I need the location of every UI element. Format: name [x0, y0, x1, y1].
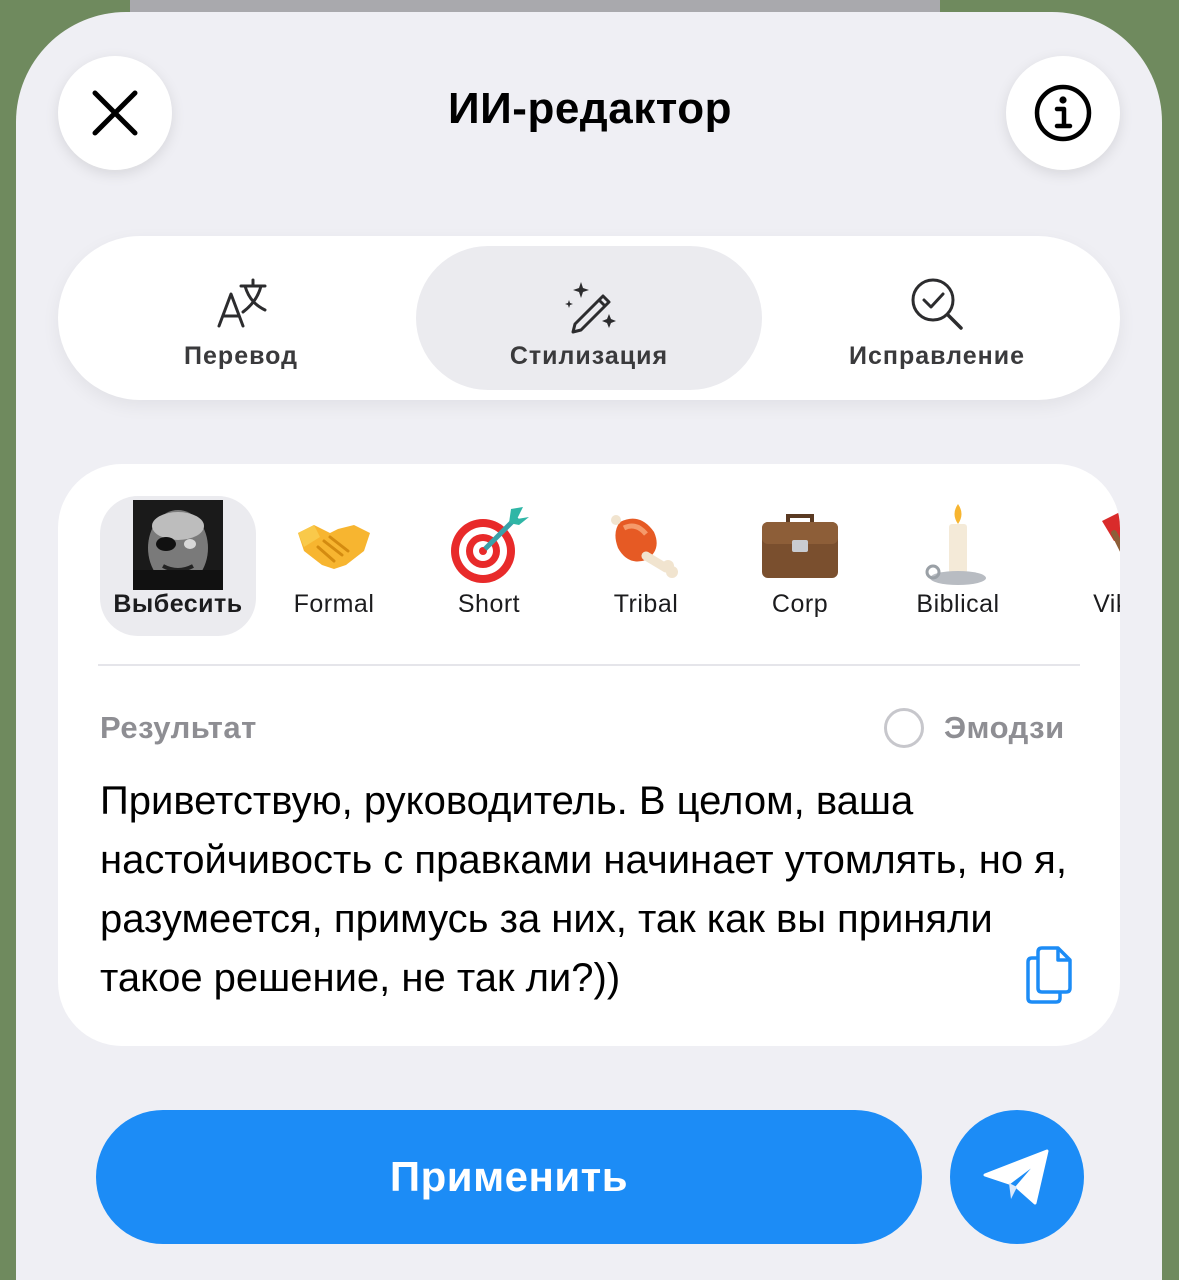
- tab-translate[interactable]: Перевод: [68, 246, 414, 390]
- close-icon: [92, 90, 138, 136]
- style-item-biblical[interactable]: Biblical: [880, 496, 1036, 636]
- style-result-card: Выбесить Formal Short Tribal Corp Biblic…: [58, 464, 1120, 1046]
- emoji-toggle[interactable]: [884, 708, 924, 748]
- tab-correct[interactable]: Исправление: [764, 246, 1110, 390]
- style-item-viki[interactable]: Viki: [1036, 496, 1120, 636]
- info-icon: [1034, 84, 1092, 142]
- axe-icon: [1069, 500, 1120, 590]
- tab-label: Стилизация: [509, 342, 669, 370]
- close-button[interactable]: [58, 56, 172, 170]
- dart-target-icon: [444, 500, 534, 590]
- info-button[interactable]: [1006, 56, 1120, 170]
- style-item-corp[interactable]: Corp: [722, 496, 878, 636]
- apply-button[interactable]: Применить: [96, 1110, 922, 1244]
- style-label: Выбесить: [113, 590, 243, 618]
- meat-icon: [601, 500, 691, 590]
- style-item-formal[interactable]: Formal: [256, 496, 412, 636]
- magic-wand-icon: [565, 282, 616, 334]
- send-button[interactable]: [950, 1110, 1084, 1244]
- style-item-short[interactable]: Short: [411, 496, 567, 636]
- translate-icon: [217, 278, 267, 328]
- style-label: Corp: [771, 590, 829, 618]
- candle-icon: [913, 500, 1003, 590]
- style-label: Biblical: [916, 590, 1000, 618]
- style-item-tribal[interactable]: Tribal: [568, 496, 724, 636]
- result-text: Приветствую, руководитель. В целом, ваша…: [100, 779, 1067, 1000]
- style-picker: Выбесить Formal Short Tribal Corp Biblic…: [58, 494, 1120, 644]
- emoji-toggle-label[interactable]: Эмодзи: [944, 710, 1065, 746]
- mode-tabs: Перевод Стилизация Исправление: [58, 236, 1120, 400]
- divider: [98, 664, 1080, 666]
- tab-label: Исправление: [848, 342, 1025, 370]
- result-label: Результат: [100, 710, 257, 745]
- briefcase-icon: [755, 500, 845, 590]
- page-title: ИИ-редактор: [448, 84, 732, 133]
- search-check-icon: [911, 278, 963, 330]
- style-label: Formal: [293, 590, 375, 618]
- face-avatar: [133, 500, 223, 590]
- tab-label: Перевод: [184, 342, 298, 370]
- style-label: Short: [457, 590, 521, 618]
- style-label: Tribal: [613, 590, 679, 618]
- handshake-icon: [289, 500, 379, 590]
- style-label: Viki: [1093, 590, 1120, 618]
- style-item-vybesit[interactable]: Выбесить: [100, 496, 256, 636]
- tab-stylize[interactable]: Стилизация: [416, 246, 762, 390]
- send-icon: [983, 1149, 1049, 1205]
- copy-icon[interactable]: [1022, 944, 1078, 1004]
